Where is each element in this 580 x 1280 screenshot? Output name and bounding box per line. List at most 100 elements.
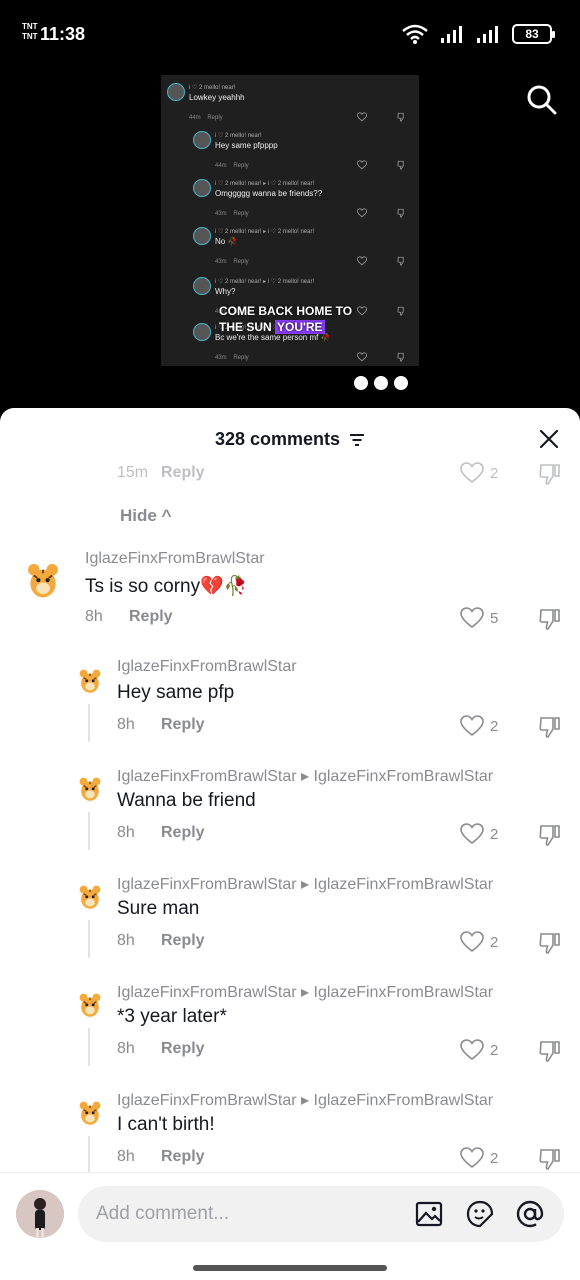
avatar[interactable] <box>74 988 106 1020</box>
video-avatar <box>167 83 185 101</box>
reply-button[interactable]: Reply <box>161 464 205 482</box>
heart-icon[interactable] <box>460 715 484 737</box>
like-count: 2 <box>490 933 499 951</box>
comment-text: I can't birth! <box>117 1114 215 1135</box>
dislike-icon[interactable] <box>538 715 562 739</box>
avatar[interactable] <box>20 556 66 602</box>
comment-username[interactable]: IglazeFinxFromBrawlStar ▸ IglazeFinxFrom… <box>117 874 493 894</box>
heart-icon[interactable] <box>460 462 484 484</box>
video-comment-row: i ♡ 2 mello! near! ▸ i ♡ 2 mello! near! O… <box>193 179 419 219</box>
reply-button[interactable]: Reply <box>129 608 173 626</box>
caption-line-2: THE SUN YOU'RE <box>219 320 325 334</box>
sort-icon[interactable] <box>349 433 365 447</box>
hide-replies-button[interactable]: Hide ^ <box>120 506 172 526</box>
dislike-icon[interactable] <box>538 607 562 631</box>
heart-icon[interactable] <box>460 823 484 845</box>
comment-meta: 8h Reply <box>117 1148 205 1166</box>
mention-icon[interactable] <box>516 1200 544 1228</box>
like-count: 5 <box>490 609 499 627</box>
comment-input-bar <box>0 1172 580 1280</box>
heart-icon <box>357 256 367 266</box>
video-avatar <box>193 179 211 197</box>
comment-username[interactable]: IglazeFinxFromBrawlStar <box>117 658 297 676</box>
comment-input[interactable] <box>96 1186 396 1242</box>
heart-icon <box>357 112 367 122</box>
comment-username[interactable]: IglazeFinxFromBrawlStar ▸ IglazeFinxFrom… <box>117 766 493 786</box>
battery-icon: 83 <box>512 24 555 44</box>
status-icons: 83 <box>402 24 555 44</box>
video-avatar <box>193 323 211 341</box>
thread-line <box>88 1028 90 1066</box>
dislike-icon[interactable] <box>538 462 562 486</box>
close-icon[interactable] <box>538 428 560 450</box>
dislike-icon[interactable] <box>538 823 562 847</box>
reply-button[interactable]: Reply <box>161 1148 205 1166</box>
image-icon[interactable] <box>415 1200 443 1228</box>
dot <box>354 376 368 390</box>
video-comment-meta: 43m Reply <box>215 355 249 361</box>
comment-text: Hey same pfp <box>117 682 235 703</box>
video-preview[interactable]: i ♡ 2 mello! near! Lowkey yeahhh 44m Reply… <box>161 75 419 366</box>
comments-sheet: 328 comments 15m Reply 2 Hide ^ IglazeFi… <box>0 408 580 1280</box>
video-comment-meta: 44m Reply <box>215 163 249 169</box>
caption-line-1: COME BACK HOME TO <box>219 304 353 318</box>
avatar[interactable] <box>74 880 106 912</box>
comment-meta: 8h Reply <box>85 608 173 626</box>
avatar[interactable] <box>74 772 106 804</box>
comment-time: 8h <box>85 608 103 625</box>
carrier-bottom: TNT <box>22 32 38 41</box>
heart-icon[interactable] <box>460 1039 484 1061</box>
comment-text: Ts is so corny💔🥀 <box>85 576 248 597</box>
clock: 11:38 <box>40 24 86 44</box>
like-group[interactable]: 2 <box>460 715 498 737</box>
sticker-icon[interactable] <box>466 1200 494 1228</box>
like-group[interactable]: 5 <box>460 607 498 629</box>
comment-item[interactable]: IglazeFinxFromBrawlStar Ts is so corny💔🥀 8… <box>0 548 580 648</box>
like-count: 2 <box>490 464 499 482</box>
avatar[interactable] <box>74 664 106 696</box>
like-group[interactable]: 2 <box>460 1147 498 1169</box>
like-count: 2 <box>490 717 499 735</box>
reply-button[interactable]: Reply <box>161 824 205 842</box>
dislike-icon <box>397 112 404 122</box>
thread-line <box>88 1136 90 1174</box>
comment-count: 328 comments <box>214 429 341 449</box>
thread-line <box>88 704 90 742</box>
video-comment-text: No 🥀 <box>215 237 238 246</box>
reply-item[interactable]: IglazeFinxFromBrawlStar ▸ IglazeFinxFrom… <box>0 872 580 972</box>
heart-icon <box>357 352 367 362</box>
reply-button[interactable]: Reply <box>161 932 205 950</box>
comment-username[interactable]: IglazeFinxFromBrawlStar ▸ IglazeFinxFrom… <box>117 1090 493 1110</box>
heart-icon[interactable] <box>460 607 484 629</box>
user-avatar[interactable] <box>16 1190 64 1238</box>
reply-button[interactable]: Reply <box>161 1040 205 1058</box>
avatar[interactable] <box>74 1096 106 1128</box>
heart-icon[interactable] <box>460 1147 484 1169</box>
comment-username[interactable]: IglazeFinxFromBrawlStar <box>85 550 265 568</box>
dislike-icon[interactable] <box>538 1039 562 1063</box>
like-group[interactable]: 2 <box>460 931 498 953</box>
reply-item[interactable]: IglazeFinxFromBrawlStar ▸ IglazeFinxFrom… <box>0 764 580 864</box>
heart-icon[interactable] <box>460 931 484 953</box>
reply-item[interactable]: IglazeFinxFromBrawlStar ▸ IglazeFinxFrom… <box>0 980 580 1080</box>
dislike-icon <box>397 306 404 316</box>
comment-username[interactable]: IglazeFinxFromBrawlStar ▸ IglazeFinxFrom… <box>117 982 493 1002</box>
video-caption: COME BACK HOME TO THE SUN YOU'RE <box>219 303 352 335</box>
video-comment-meta: 44m Reply <box>189 115 223 121</box>
reply-button[interactable]: Reply <box>161 716 205 734</box>
partial-meta-row: 15m Reply <box>117 464 205 482</box>
signal-icon <box>441 26 462 43</box>
search-icon[interactable] <box>526 84 558 116</box>
comment-count-header[interactable]: 328 comments <box>0 429 580 450</box>
like-group[interactable]: 2 <box>460 823 498 845</box>
thread-line <box>88 812 90 850</box>
dislike-icon[interactable] <box>538 931 562 955</box>
reply-item[interactable]: IglazeFinxFromBrawlStar Hey same pfp 8h Rep… <box>0 656 580 756</box>
like-group[interactable]: 2 <box>460 1039 498 1061</box>
dislike-icon[interactable] <box>538 1147 562 1171</box>
video-comment-text: Hey same pfpppp <box>215 141 278 150</box>
video-username: i ♡ 2 mello! near! <box>215 133 262 139</box>
like-group[interactable]: 2 <box>460 462 498 484</box>
comment-meta: 8h Reply <box>117 716 205 734</box>
more-options-button[interactable] <box>354 376 408 390</box>
